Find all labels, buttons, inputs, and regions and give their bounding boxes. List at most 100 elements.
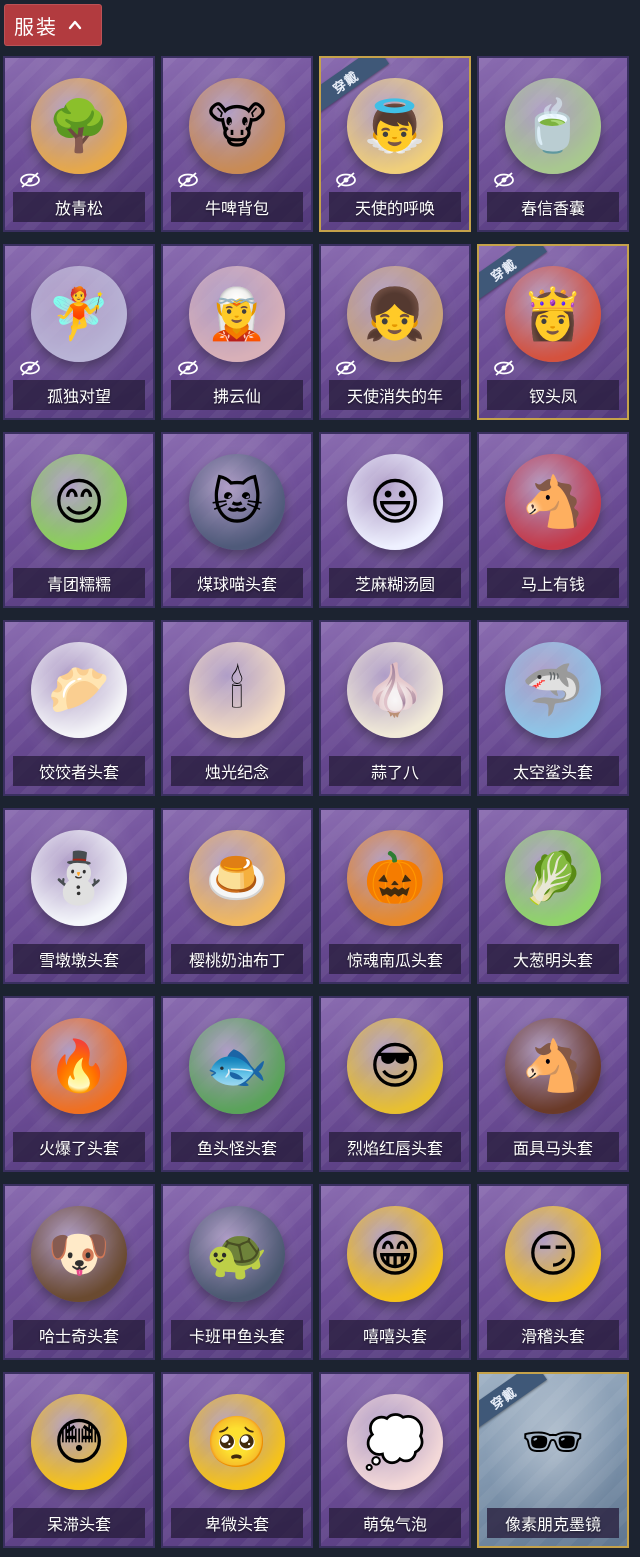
- outfit-card[interactable]: 🥺 卑微头套: [161, 1372, 313, 1548]
- item-name: 嘻嘻头套: [362, 1327, 427, 1346]
- item-name: 牛啤背包: [204, 199, 269, 218]
- outfit-card[interactable]: 👧 天使消失的年: [319, 244, 471, 420]
- item-thumbnail: 👼: [347, 78, 443, 174]
- item-name: 面具马头套: [512, 1139, 593, 1158]
- item-label-bar: 烈焰红唇头套: [329, 1132, 461, 1162]
- item-name: 煤球喵头套: [196, 575, 277, 594]
- eye-slash-icon[interactable]: [177, 360, 199, 376]
- outfit-card[interactable]: 🐶 哈士奇头套: [3, 1184, 155, 1360]
- item-name: 孤独对望: [46, 387, 111, 406]
- item-thumbnail: 🐢: [189, 1206, 285, 1302]
- item-name: 像素朋克墨镜: [504, 1515, 601, 1534]
- item-label-bar: 春信香囊: [487, 192, 619, 222]
- item-label-bar: 火爆了头套: [13, 1132, 145, 1162]
- outfit-card[interactable]: 🐢 卡班甲鱼头套: [161, 1184, 313, 1360]
- item-thumbnail: 😎: [347, 1018, 443, 1114]
- item-name: 火爆了头套: [38, 1139, 119, 1158]
- item-thumbnail: 👸: [505, 266, 601, 362]
- outfit-card[interactable]: 😁 嘻嘻头套: [319, 1184, 471, 1360]
- eye-slash-icon[interactable]: [335, 360, 357, 376]
- item-name: 卑微头套: [204, 1515, 269, 1534]
- eye-slash-icon[interactable]: [335, 172, 357, 188]
- item-thumbnail: 🧄: [347, 642, 443, 738]
- item-label-bar: 萌兔气泡: [329, 1508, 461, 1538]
- item-label-bar: 马上有钱: [487, 568, 619, 598]
- item-name: 烈焰红唇头套: [346, 1139, 443, 1158]
- item-name: 呆滞头套: [46, 1515, 111, 1534]
- item-thumbnail: 🐶: [31, 1206, 127, 1302]
- eye-slash-icon[interactable]: [493, 360, 515, 376]
- item-name: 樱桃奶油布丁: [188, 951, 285, 970]
- outfit-card[interactable]: 👼 穿戴 天使的呼唤: [319, 56, 471, 232]
- item-name: 马上有钱: [520, 575, 585, 594]
- item-name: 钗头凤: [528, 387, 577, 406]
- outfit-card[interactable]: 😃 芝麻糊汤圆: [319, 432, 471, 608]
- item-thumbnail: 😳: [31, 1394, 127, 1490]
- eye-slash-icon[interactable]: [19, 172, 41, 188]
- outfit-card[interactable]: 🐟 鱼头怪头套: [161, 996, 313, 1172]
- item-thumbnail: 💭: [347, 1394, 443, 1490]
- outfit-card[interactable]: 🍵 春信香囊: [477, 56, 629, 232]
- chevron-up-icon: [68, 20, 82, 30]
- item-label-bar: 卑微头套: [171, 1508, 303, 1538]
- outfit-card[interactable]: 🧚 孤独对望: [3, 244, 155, 420]
- item-name: 芝麻糊汤圆: [354, 575, 435, 594]
- outfit-grid: 🌳 放青松 🐮 牛啤背包 👼 穿戴 天使的呼唤 🍵 春信香囊 🧚 孤独对望 🧝 拂云仙 👧 天使消失的年 👸 穿…: [3, 56, 629, 1548]
- item-name: 滑稽头套: [520, 1327, 585, 1346]
- item-thumbnail: 😏: [505, 1206, 601, 1302]
- eye-slash-icon[interactable]: [493, 172, 515, 188]
- item-label-bar: 煤球喵头套: [171, 568, 303, 598]
- outfit-card[interactable]: 🥬 大葱明头套: [477, 808, 629, 984]
- outfit-card[interactable]: 🥟 饺饺者头套: [3, 620, 155, 796]
- item-name: 鱼头怪头套: [196, 1139, 277, 1158]
- item-thumbnail: 😁: [347, 1206, 443, 1302]
- outfit-card[interactable]: 🧝 拂云仙: [161, 244, 313, 420]
- item-thumbnail: 🦈: [505, 642, 601, 738]
- item-name: 惊魂南瓜头套: [346, 951, 443, 970]
- outfit-card[interactable]: 🐴 面具马头套: [477, 996, 629, 1172]
- item-thumbnail: 🍮: [189, 830, 285, 926]
- item-label-bar: 太空鲨头套: [487, 756, 619, 786]
- item-thumbnail: 🔥: [31, 1018, 127, 1114]
- item-thumbnail: 🕶: [521, 1413, 585, 1471]
- outfit-card[interactable]: 🎃 惊魂南瓜头套: [319, 808, 471, 984]
- item-thumbnail: 🎃: [347, 830, 443, 926]
- outfit-card[interactable]: 😏 滑稽头套: [477, 1184, 629, 1360]
- item-label-bar: 卡班甲鱼头套: [171, 1320, 303, 1350]
- outfit-card[interactable]: ⛄ 雪墩墩头套: [3, 808, 155, 984]
- item-label-bar: 呆滞头套: [13, 1508, 145, 1538]
- outfit-card[interactable]: 🕶 穿戴 像素朋克墨镜: [477, 1372, 629, 1548]
- item-thumbnail: 🐴: [505, 454, 601, 550]
- outfit-card[interactable]: 🔥 火爆了头套: [3, 996, 155, 1172]
- outfit-card[interactable]: 💭 萌兔气泡: [319, 1372, 471, 1548]
- item-name: 蒜了八: [370, 763, 419, 782]
- outfit-card[interactable]: 😊 青团糯糯: [3, 432, 155, 608]
- item-name: 太空鲨头套: [512, 763, 593, 782]
- item-thumbnail: 🧚: [31, 266, 127, 362]
- outfit-card[interactable]: 🕯 烛光纪念: [161, 620, 313, 796]
- outfit-card[interactable]: 🐮 牛啤背包: [161, 56, 313, 232]
- item-name: 放青松: [54, 199, 103, 218]
- outfit-card[interactable]: 🌳 放青松: [3, 56, 155, 232]
- outfit-card[interactable]: 🍮 樱桃奶油布丁: [161, 808, 313, 984]
- outfit-card[interactable]: 🐴 马上有钱: [477, 432, 629, 608]
- item-name: 春信香囊: [520, 199, 585, 218]
- outfit-card[interactable]: 😎 烈焰红唇头套: [319, 996, 471, 1172]
- item-label-bar: 蒜了八: [329, 756, 461, 786]
- item-label-bar: 滑稽头套: [487, 1320, 619, 1350]
- eye-slash-icon[interactable]: [19, 360, 41, 376]
- item-thumbnail: 🥟: [31, 642, 127, 738]
- outfit-card[interactable]: 👸 穿戴 钗头凤: [477, 244, 629, 420]
- item-label-bar: 樱桃奶油布丁: [171, 944, 303, 974]
- outfit-card[interactable]: 🦈 太空鲨头套: [477, 620, 629, 796]
- outfit-section-header[interactable]: 服装: [4, 4, 102, 46]
- item-label-bar: 芝麻糊汤圆: [329, 568, 461, 598]
- item-label-bar: 青团糯糯: [13, 568, 145, 598]
- outfit-card[interactable]: 🧄 蒜了八: [319, 620, 471, 796]
- outfit-card[interactable]: 🐱 煤球喵头套: [161, 432, 313, 608]
- item-thumbnail: 👧: [347, 266, 443, 362]
- eye-slash-icon[interactable]: [177, 172, 199, 188]
- outfit-card[interactable]: 😳 呆滞头套: [3, 1372, 155, 1548]
- item-name: 烛光纪念: [204, 763, 269, 782]
- item-label-bar: 钗头凤: [487, 380, 619, 410]
